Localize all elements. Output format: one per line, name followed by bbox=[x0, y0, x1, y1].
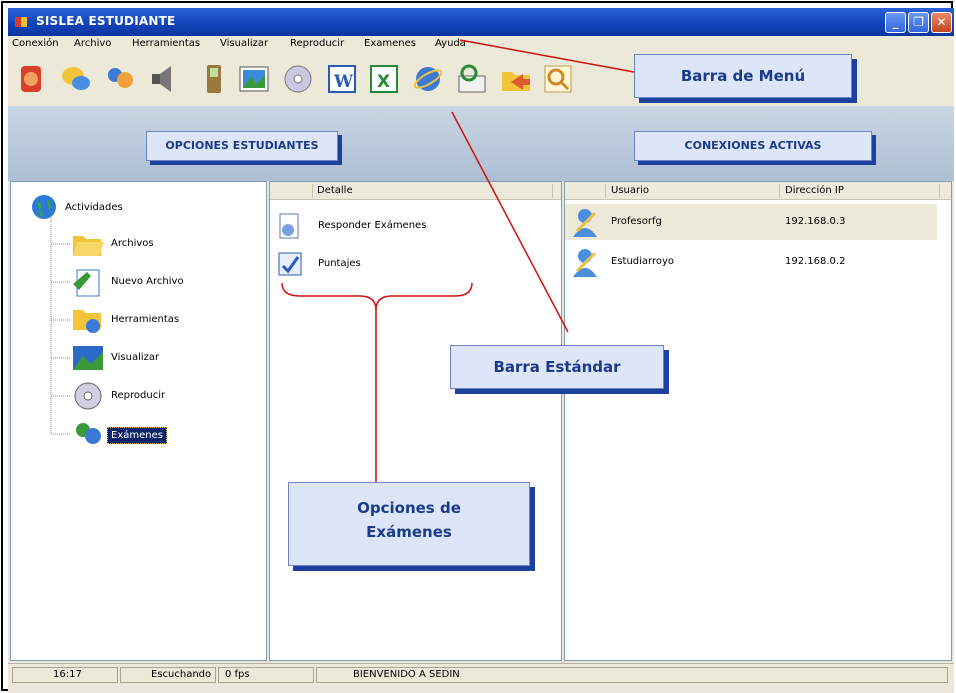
callout-barra-menu: Barra de Menú bbox=[634, 54, 852, 98]
callout-barra-estandar: Barra Estándar bbox=[450, 345, 664, 389]
callout-exams-line1: Opciones de bbox=[357, 499, 461, 517]
arrow-menu bbox=[459, 39, 635, 73]
arrow-standard bbox=[451, 111, 569, 333]
callout-opciones-examenes: Opciones de Exámenes bbox=[288, 482, 530, 566]
callout-exams-line2: Exámenes bbox=[366, 523, 452, 541]
brace-exams bbox=[281, 282, 473, 311]
